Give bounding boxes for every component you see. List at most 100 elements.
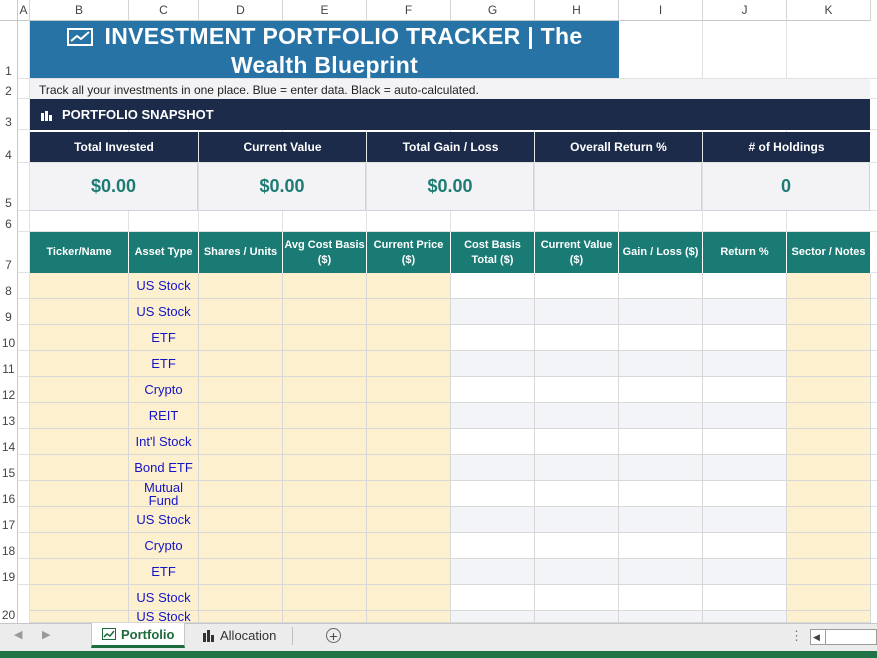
table-cell[interactable] [30, 351, 129, 377]
table-cell[interactable] [787, 403, 871, 429]
asset-type-cell[interactable]: Int'l Stock [129, 429, 199, 455]
table-cell[interactable] [535, 377, 619, 403]
asset-type-cell[interactable]: US Stock [129, 611, 199, 623]
asset-type-cell[interactable]: Crypto [129, 533, 199, 559]
table-cell[interactable] [451, 559, 535, 585]
tab-portfolio[interactable]: Portfolio [91, 623, 186, 648]
asset-type-cell[interactable]: US Stock [129, 299, 199, 325]
row-header[interactable]: 19 [0, 559, 18, 585]
table-cell[interactable] [535, 325, 619, 351]
scroll-left-icon[interactable]: ◀ [14, 628, 22, 641]
table-cell[interactable] [535, 481, 619, 507]
table-cell[interactable] [535, 403, 619, 429]
row-header[interactable]: 4 [0, 130, 18, 163]
table-header-cell[interactable]: Avg Cost Basis ($) [283, 232, 367, 273]
table-cell[interactable] [451, 377, 535, 403]
horizontal-scrollbar[interactable]: ◀ [810, 629, 877, 645]
table-cell[interactable] [199, 403, 283, 429]
table-cell[interactable] [30, 533, 129, 559]
table-cell[interactable] [199, 325, 283, 351]
row-header[interactable]: 15 [0, 455, 18, 481]
table-cell[interactable] [787, 299, 871, 325]
table-cell[interactable] [703, 611, 787, 623]
row-header[interactable]: 10 [0, 325, 18, 351]
table-cell[interactable] [703, 533, 787, 559]
table-cell[interactable] [283, 455, 367, 481]
table-cell[interactable] [367, 351, 451, 377]
table-cell[interactable] [451, 455, 535, 481]
kpi-value[interactable]: 0 [703, 163, 870, 211]
table-header-cell[interactable]: Current Price ($) [367, 232, 451, 273]
table-header-cell[interactable]: Asset Type [129, 232, 199, 273]
table-cell[interactable] [535, 585, 619, 611]
table-header-cell[interactable]: Cost Basis Total ($) [451, 232, 535, 273]
table-cell[interactable] [787, 325, 871, 351]
table-cell[interactable] [619, 481, 703, 507]
row-header[interactable]: 1 [0, 21, 18, 79]
asset-type-cell[interactable]: US Stock [129, 273, 199, 299]
table-cell[interactable] [367, 455, 451, 481]
table-cell[interactable] [367, 481, 451, 507]
table-cell[interactable] [619, 559, 703, 585]
table-cell[interactable] [535, 559, 619, 585]
table-cell[interactable] [30, 455, 129, 481]
select-all-corner[interactable] [0, 0, 18, 21]
column-header[interactable]: I [619, 0, 703, 21]
table-cell[interactable] [30, 585, 129, 611]
table-cell[interactable] [367, 559, 451, 585]
row-header[interactable]: 16 [0, 481, 18, 507]
row-header[interactable]: 11 [0, 351, 18, 377]
table-cell[interactable] [703, 325, 787, 351]
column-header[interactable]: E [283, 0, 367, 21]
column-header[interactable]: J [703, 0, 787, 21]
table-cell[interactable] [619, 585, 703, 611]
table-cell[interactable] [199, 611, 283, 623]
asset-type-cell[interactable]: ETF [129, 351, 199, 377]
table-cell[interactable] [787, 507, 871, 533]
table-cell[interactable] [787, 585, 871, 611]
table-cell[interactable] [199, 429, 283, 455]
table-cell[interactable] [703, 455, 787, 481]
table-cell[interactable] [367, 507, 451, 533]
column-header[interactable]: B [30, 0, 129, 21]
table-cell[interactable] [283, 403, 367, 429]
table-cell[interactable] [30, 559, 129, 585]
table-cell[interactable] [619, 299, 703, 325]
table-cell[interactable] [283, 559, 367, 585]
table-cell[interactable] [787, 273, 871, 299]
row-header[interactable]: 20 [0, 585, 18, 623]
kpi-value[interactable]: $0.00 [199, 163, 366, 211]
table-cell[interactable] [535, 273, 619, 299]
table-cell[interactable] [535, 429, 619, 455]
table-cell[interactable] [283, 611, 367, 623]
table-header-cell[interactable]: Shares / Units [199, 232, 283, 273]
table-cell[interactable] [703, 403, 787, 429]
table-cell[interactable] [30, 481, 129, 507]
column-header[interactable]: D [199, 0, 283, 21]
table-cell[interactable] [367, 273, 451, 299]
table-cell[interactable] [787, 351, 871, 377]
row-header[interactable]: 3 [0, 99, 18, 130]
kpi-value[interactable]: $0.00 [367, 163, 534, 211]
table-cell[interactable] [283, 299, 367, 325]
table-cell[interactable] [703, 481, 787, 507]
table-cell[interactable] [367, 299, 451, 325]
table-cell[interactable] [199, 481, 283, 507]
table-cell[interactable] [787, 429, 871, 455]
table-cell[interactable] [787, 481, 871, 507]
table-cell[interactable] [30, 403, 129, 429]
table-cell[interactable] [703, 507, 787, 533]
tab-allocation[interactable]: Allocation [202, 623, 276, 648]
scroll-right-icon[interactable]: ▶ [42, 628, 50, 641]
table-cell[interactable] [535, 299, 619, 325]
table-cell[interactable] [787, 611, 871, 623]
table-cell[interactable] [451, 325, 535, 351]
asset-type-cell[interactable]: US Stock [129, 507, 199, 533]
table-cell[interactable] [619, 377, 703, 403]
table-cell[interactable] [703, 273, 787, 299]
table-header-cell[interactable]: Ticker/Name [30, 232, 129, 273]
table-cell[interactable] [535, 611, 619, 623]
table-cell[interactable] [451, 351, 535, 377]
table-cell[interactable] [703, 585, 787, 611]
asset-type-cell[interactable]: Crypto [129, 377, 199, 403]
